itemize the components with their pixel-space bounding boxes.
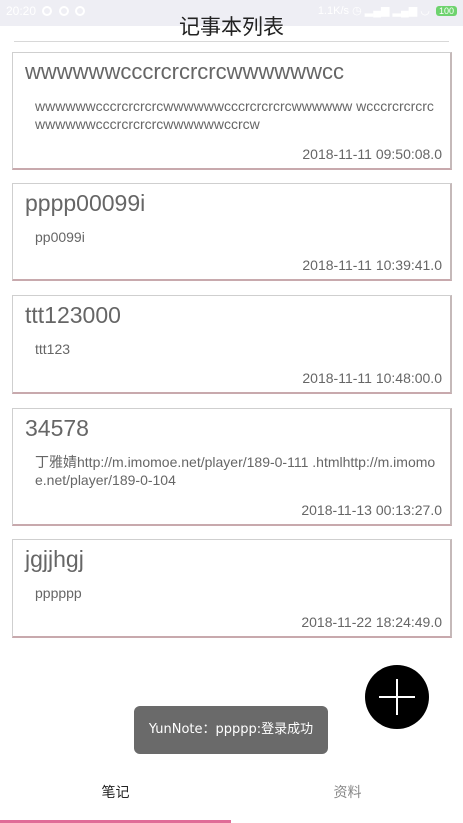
title-bar: 记事本列表 [14, 12, 449, 42]
tab-profile[interactable]: 资料 [232, 770, 463, 820]
note-card[interactable]: pppp00099i pp0099i 2018-11-11 10:39:41.0 [12, 183, 452, 281]
note-time: 2018-11-13 00:13:27.0 [301, 502, 442, 518]
bottom-nav: 笔记 资料 [0, 770, 463, 823]
note-title: jgjjhgj [25, 546, 84, 572]
note-content: ttt123 [35, 341, 71, 357]
note-time: 2018-11-11 09:50:08.0 [302, 146, 442, 162]
tab-notes[interactable]: 笔记 [0, 770, 231, 820]
note-content: pp0099i [35, 229, 85, 245]
add-note-button[interactable] [365, 665, 429, 729]
note-title: wwwwwwcccrcrcrcrcwwwwwwcc [25, 59, 344, 84]
note-time: 2018-11-22 18:24:49.0 [301, 614, 442, 630]
page-title: 记事本列表 [179, 15, 284, 39]
note-card[interactable]: ttt123000 ttt123 2018-11-11 10:48:00.0 [12, 295, 452, 394]
note-content: 丁雅婧http://m.imomoe.net/player/189-0-111 … [35, 454, 436, 488]
note-content: pppppp [35, 585, 82, 601]
note-card[interactable]: 34578 丁雅婧http://m.imomoe.net/player/189-… [12, 408, 452, 526]
note-time: 2018-11-11 10:39:41.0 [302, 257, 442, 273]
note-title: ttt123000 [25, 302, 121, 328]
note-time: 2018-11-11 10:48:00.0 [302, 370, 442, 386]
toast-message: YunNote：ppppp:登录成功 [134, 706, 328, 754]
note-card[interactable]: wwwwwwcccrcrcrcrcwwwwwwcc wwwwwwcccrcrcr… [12, 52, 452, 170]
note-card[interactable]: jgjjhgj pppppp 2018-11-22 18:24:49.0 [12, 539, 452, 638]
note-title: 34578 [25, 415, 89, 441]
note-title: pppp00099i [25, 190, 146, 216]
note-content: wwwwwwcccrcrcrcrcwwwwwwcccrcrcrcrcwwwwww… [35, 98, 434, 132]
